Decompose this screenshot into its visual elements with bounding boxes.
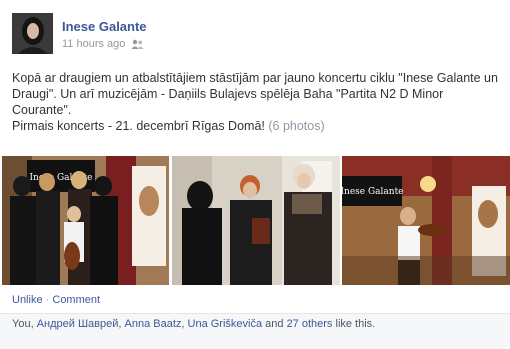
post-actions: Unlike · Comment <box>12 294 100 306</box>
unlike-link[interactable]: Unlike <box>12 294 43 306</box>
post-text-paragraph: Kopā ar draugiem un atbalstītājiem stāst… <box>12 71 498 117</box>
liker-2-link[interactable]: Anna Baatz <box>125 318 182 330</box>
photo-2[interactable] <box>172 156 340 285</box>
post-text-event: Pirmais koncerts - 21. decembrī Rīgas Do… <box>12 118 498 134</box>
post-text-event-line: Pirmais koncerts - 21. decembrī Rīgas Do… <box>12 119 265 133</box>
post-timestamp[interactable]: 11 hours ago <box>62 38 125 50</box>
post-text: Kopā ar draugiem un atbalstītājiem stāst… <box>12 70 498 134</box>
author-name[interactable]: Inese Galante <box>62 19 147 34</box>
photo-1[interactable]: Inese Galante <box>2 156 169 285</box>
post-meta: 11 hours ago <box>62 38 144 50</box>
friends-icon[interactable] <box>131 39 144 50</box>
liker-3-link[interactable]: Una Griškeviča <box>188 318 263 330</box>
author-avatar[interactable] <box>12 13 53 54</box>
likes-and: and <box>262 318 287 330</box>
actions-separator: · <box>45 294 50 306</box>
likes-prefix: You, <box>12 318 37 330</box>
likes-summary: You, Андрей Шаврей, Anna Baatz, Una Griš… <box>12 318 375 330</box>
likes-suffix: like this. <box>332 318 376 330</box>
liker-1-link[interactable]: Андрей Шаврей <box>37 318 119 330</box>
photo-3-poster-text: Inese Galante <box>342 187 404 197</box>
photo-strip: Inese Galante Inese Galante <box>2 156 510 285</box>
photos-count-link[interactable]: (6 photos) <box>268 119 324 133</box>
post-header: Inese Galante 11 hours ago <box>12 13 492 55</box>
others-likes-link[interactable]: 27 others <box>287 318 333 330</box>
comment-link[interactable]: Comment <box>52 294 100 306</box>
photo-3[interactable]: Inese Galante <box>342 156 510 285</box>
feed-post: Inese Galante 11 hours ago Kopā ar draug… <box>0 0 510 349</box>
